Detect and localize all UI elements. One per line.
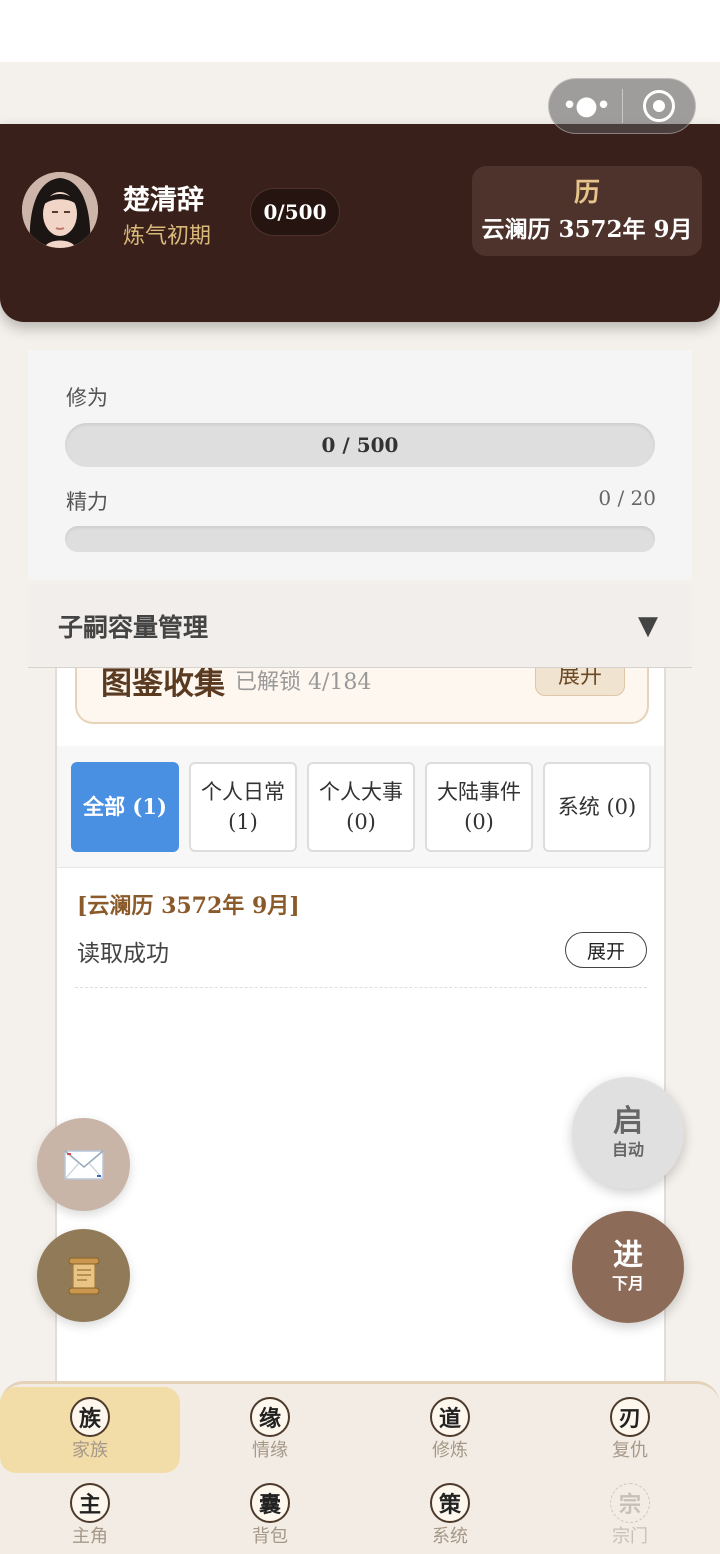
nav-item-sect[interactable]: 宗 宗门	[540, 1473, 720, 1554]
nav-item-backpack[interactable]: 囊 背包	[180, 1473, 360, 1554]
experience-pill: 0/500	[250, 188, 340, 236]
cultivation-icon: 道	[430, 1397, 470, 1437]
target-circle-icon[interactable]	[623, 90, 695, 122]
scroll-icon	[68, 1257, 99, 1294]
filter-tab-personal-daily[interactable]: 个人日常 (1)	[189, 762, 297, 852]
nav-item-protagonist[interactable]: 主 主角	[0, 1473, 180, 1554]
calendar-icon: 历	[573, 178, 600, 208]
blade-icon: 刃	[610, 1397, 650, 1437]
filter-tab-system[interactable]: 系统 (0)	[543, 762, 651, 852]
cultivation-progress-bar: 0 / 500	[65, 423, 655, 467]
log-entry-expand-button[interactable]: 展开	[565, 932, 647, 968]
energy-progress-bar	[65, 526, 655, 552]
energy-label: 精力	[66, 490, 108, 514]
calendar-date: 云澜历 3572年 9月	[481, 216, 693, 243]
family-icon: 族	[70, 1397, 110, 1437]
next-month-glyph: 进	[613, 1238, 643, 1273]
log-entry-date: [云澜历 3572年 9月]	[77, 893, 300, 919]
mail-button[interactable]	[37, 1118, 130, 1211]
mini-program-capsule: •●•	[548, 78, 696, 134]
nav-label-protagonist: 主角	[72, 1526, 108, 1547]
strategy-icon: 策	[430, 1483, 470, 1523]
portrait-image	[22, 172, 98, 248]
log-entry-text: 读取成功	[77, 941, 169, 967]
auto-advance-label: 自动	[611, 1140, 644, 1159]
cultivation-label: 修为	[66, 386, 108, 410]
offspring-capacity-title: 子嗣容量管理	[58, 612, 209, 642]
stats-card: 修为 0 / 500 精力 0 / 20	[28, 350, 692, 580]
chevron-down-icon: ▼	[638, 610, 658, 641]
cultivation-realm: 炼气初期	[123, 224, 212, 249]
nav-item-revenge[interactable]: 刃 复仇	[540, 1387, 720, 1473]
filter-tab-continent-events[interactable]: 大陆事件 (0)	[425, 762, 533, 852]
bottom-navigation: 族 家族 缘 情缘 道 修炼 刃 复仇 主 主角 囊 背包 策 系统 宗 宗门	[0, 1381, 720, 1554]
nav-item-system[interactable]: 策 系统	[360, 1473, 540, 1554]
calendar-display[interactable]: 历 云澜历 3572年 9月	[472, 166, 702, 256]
log-entry: [云澜历 3572年 9月] 读取成功 展开	[75, 888, 647, 988]
backpack-icon: 囊	[250, 1483, 290, 1523]
status-bar	[0, 0, 720, 62]
next-month-label: 下月	[611, 1274, 644, 1293]
sect-icon: 宗	[610, 1483, 650, 1523]
nav-label-cultivation: 修炼	[432, 1440, 468, 1461]
filter-tab-all[interactable]: 全部 (1)	[71, 762, 179, 852]
filter-tab-personal-major[interactable]: 个人大事 (0)	[307, 762, 415, 852]
offspring-capacity-toggle[interactable]: 子嗣容量管理 ▼	[28, 584, 692, 668]
nav-label-system: 系统	[432, 1526, 468, 1547]
next-month-button[interactable]: 进 下月	[572, 1211, 684, 1323]
auto-advance-button[interactable]: 启 自动	[572, 1077, 684, 1189]
log-filter-tabs: 全部 (1) 个人日常 (1) 个人大事 (0) 大陆事件 (0) 系统 (0)	[57, 746, 664, 868]
protagonist-icon: 主	[70, 1483, 110, 1523]
energy-value: 0 / 20	[598, 486, 656, 510]
nav-item-romance[interactable]: 缘 情缘	[180, 1387, 360, 1473]
codex-unlocked-count: 已解锁 4/184	[235, 670, 372, 695]
nav-label-backpack: 背包	[252, 1526, 288, 1547]
nav-label-family: 家族	[72, 1440, 108, 1461]
envelope-icon	[63, 1149, 104, 1180]
nav-item-family[interactable]: 族 家族	[0, 1387, 180, 1473]
romance-icon: 缘	[250, 1397, 290, 1437]
nav-item-cultivation[interactable]: 道 修炼	[360, 1387, 540, 1473]
scroll-button[interactable]	[37, 1229, 130, 1322]
auto-advance-glyph: 启	[613, 1104, 643, 1139]
nav-label-revenge: 复仇	[612, 1440, 648, 1461]
character-header: 楚清辞 炼气初期 0/500 历 云澜历 3572年 9月	[0, 124, 720, 322]
cultivation-value: 0 / 500	[321, 433, 399, 457]
avatar[interactable]	[22, 172, 98, 248]
nav-label-sect: 宗门	[612, 1526, 648, 1547]
character-name: 楚清辞	[123, 185, 204, 216]
more-dots-icon[interactable]: •●•	[549, 78, 622, 134]
nav-label-romance: 情缘	[252, 1440, 288, 1461]
